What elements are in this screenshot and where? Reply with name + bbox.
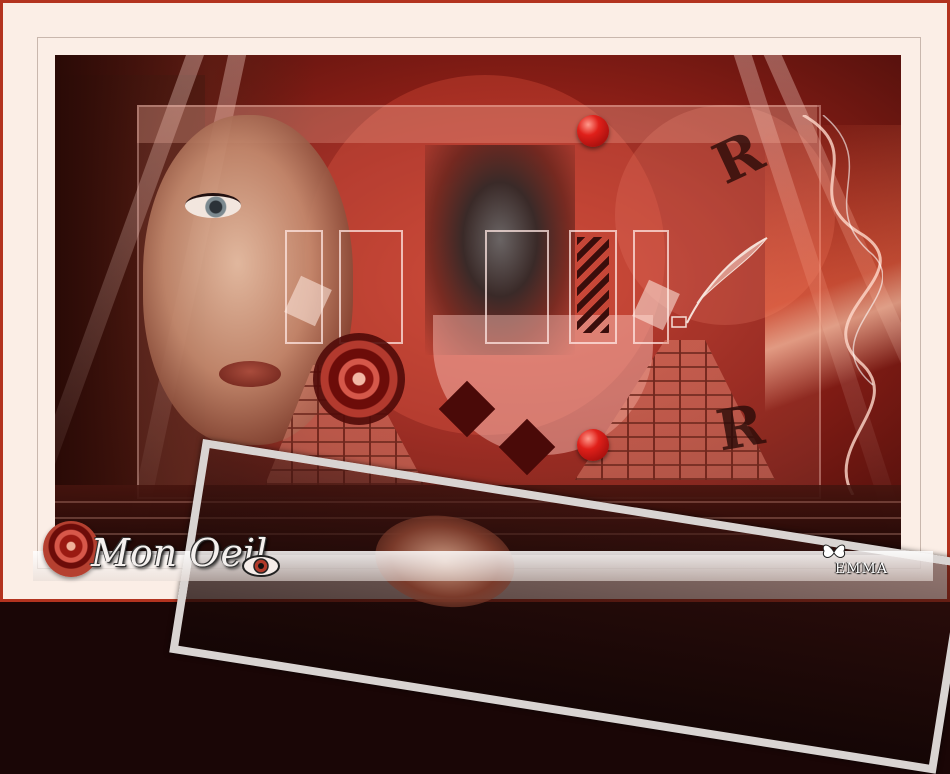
outline-rectangle xyxy=(485,230,549,344)
woman-lips xyxy=(219,361,281,387)
rose xyxy=(313,333,405,425)
picture-frame: R R Mon Oeil EMMA xyxy=(0,0,950,774)
artwork-canvas: R R xyxy=(55,55,901,555)
red-ball-top xyxy=(577,115,609,147)
artist-signature: EMMA xyxy=(835,561,888,577)
woman-eye xyxy=(185,193,241,218)
outline-rectangle xyxy=(339,230,403,344)
butterfly-icon xyxy=(822,544,846,558)
eye-icon xyxy=(242,555,280,577)
red-ball-bottom xyxy=(577,429,609,461)
swirl-ribbon xyxy=(802,115,883,495)
striped-block xyxy=(577,237,609,333)
quill-pen-icon xyxy=(671,237,768,328)
